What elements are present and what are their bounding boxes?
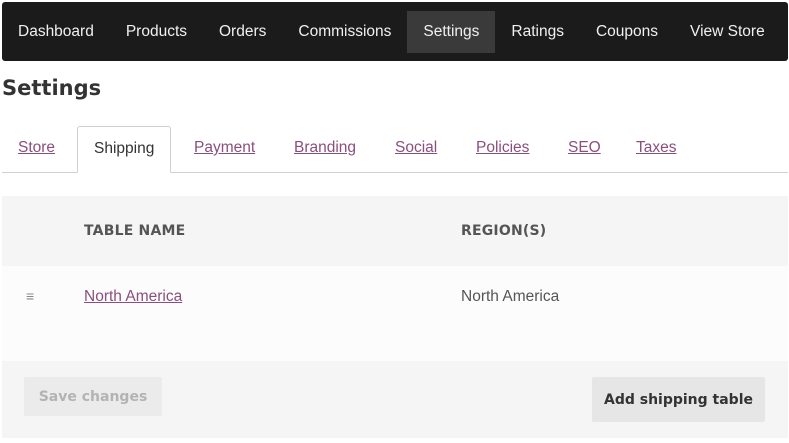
settings-tabs: Store Shipping Payment Branding Social P…	[2, 126, 788, 173]
nav-item-commissions[interactable]: Commissions	[282, 11, 407, 53]
regions-cell: North America	[461, 288, 560, 305]
nav-item-dashboard[interactable]: Dashboard	[2, 11, 110, 53]
tab-social[interactable]: Social	[395, 126, 437, 172]
tab-seo[interactable]: SEO	[568, 126, 601, 172]
tab-taxes[interactable]: Taxes	[636, 126, 677, 172]
nav-item-coupons[interactable]: Coupons	[580, 11, 674, 53]
tab-shipping[interactable]: Shipping	[77, 126, 172, 173]
tab-store[interactable]: Store	[18, 126, 55, 172]
nav-item-view-store[interactable]: View Store	[674, 11, 781, 53]
table-header: TABLE NAME REGION(S)	[2, 196, 788, 266]
add-shipping-table-button[interactable]: Add shipping table	[592, 377, 765, 422]
tab-payment[interactable]: Payment	[194, 126, 255, 172]
nav-item-settings[interactable]: Settings	[407, 10, 496, 53]
top-navigation: Dashboard Products Orders Commissions Se…	[2, 2, 788, 61]
column-header-table-name: TABLE NAME	[84, 223, 186, 239]
save-changes-button[interactable]: Save changes	[24, 377, 162, 416]
shipping-tables: TABLE NAME REGION(S) ≡ North America Nor…	[2, 196, 788, 438]
tab-branding[interactable]: Branding	[294, 126, 356, 172]
table-name-link[interactable]: North America	[84, 284, 182, 310]
drag-handle-icon[interactable]: ≡	[26, 288, 34, 304]
nav-item-products[interactable]: Products	[110, 11, 203, 53]
nav-item-orders[interactable]: Orders	[203, 11, 282, 53]
page-title: Settings	[2, 76, 102, 100]
column-header-regions: REGION(S)	[461, 223, 547, 239]
table-row: ≡ North America North America	[2, 266, 788, 361]
nav-item-ratings[interactable]: Ratings	[495, 11, 580, 53]
table-footer: Save changes Add shipping table	[2, 361, 788, 438]
tab-policies[interactable]: Policies	[476, 126, 529, 172]
